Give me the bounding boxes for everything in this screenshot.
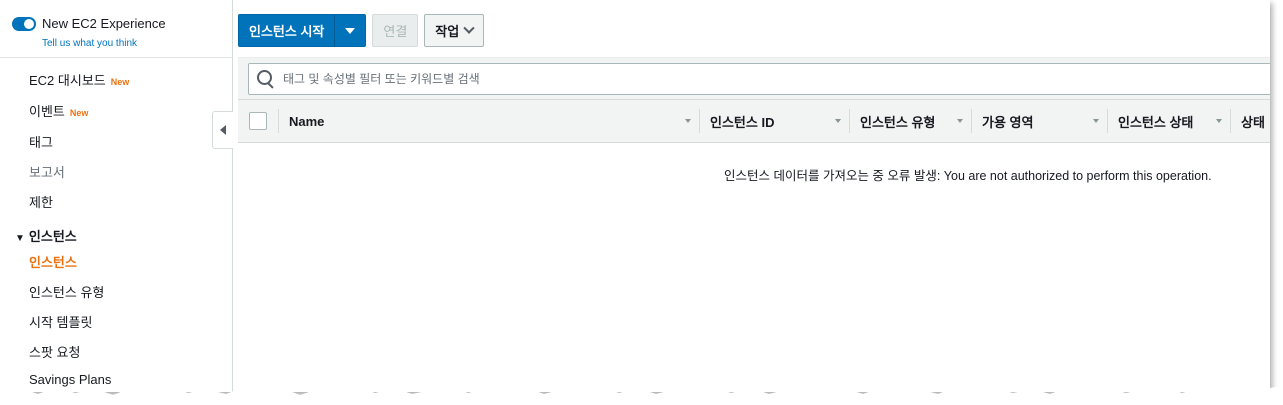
experience-toggle-row: New EC2 Experience xyxy=(12,16,166,31)
caret-down-icon xyxy=(345,27,356,34)
sidebar-item-ec2-dashboard[interactable]: EC2 대시보드 New xyxy=(29,70,129,89)
new-badge: New xyxy=(110,77,130,87)
column-header-name[interactable]: Name xyxy=(289,100,324,142)
app-frame: New EC2 Experience Tell us what you thin… xyxy=(0,0,1270,392)
search-input[interactable] xyxy=(281,71,1185,87)
sidebar-collapse-button[interactable] xyxy=(212,111,233,149)
sidebar-item-tags[interactable]: 태그 xyxy=(29,132,53,151)
sidebar-item-limits[interactable]: 제한 xyxy=(29,192,53,211)
select-all-checkbox[interactable] xyxy=(249,112,267,130)
actions-button[interactable]: 작업 xyxy=(424,14,485,47)
table-header: Name 인스턴스 ID 인스턴스 유형 가용 영역 인스턴스 상태 상태 xyxy=(238,99,1270,143)
sidebar: New EC2 Experience Tell us what you thin… xyxy=(0,0,233,392)
sort-caret-icon xyxy=(957,119,963,123)
sidebar-section-title: 인스턴스 xyxy=(28,229,77,244)
sort-caret-icon xyxy=(685,119,691,123)
column-separator xyxy=(971,109,972,133)
search-icon xyxy=(257,70,275,89)
sidebar-item-launch-templates[interactable]: 시작 템플릿 xyxy=(29,312,92,331)
column-separator xyxy=(1107,109,1108,133)
sidebar-section-instances[interactable]: ▼ 인스턴스 xyxy=(15,226,77,245)
error-message: 인스턴스 데이터를 가져오는 중 오류 발생: You are not auth… xyxy=(724,169,1212,183)
launch-instance-split-button: 인스턴스 시작 xyxy=(238,14,367,47)
experience-toggle[interactable] xyxy=(12,16,36,31)
chevron-down-icon xyxy=(463,22,475,34)
sidebar-divider xyxy=(0,57,232,58)
toggle-knob xyxy=(24,18,34,29)
column-header-status[interactable]: 상태 xyxy=(1241,100,1265,142)
sidebar-item-instance-types[interactable]: 인스턴스 유형 xyxy=(29,282,104,301)
search-icon-handle xyxy=(267,82,274,89)
launch-instance-dropdown[interactable] xyxy=(335,15,365,46)
column-separator xyxy=(699,109,700,133)
experience-toggle-label: New EC2 Experience xyxy=(42,16,166,31)
launch-instance-button[interactable]: 인스턴스 시작 xyxy=(239,15,334,46)
column-header-availability-zone[interactable]: 가용 영역 xyxy=(982,100,1033,142)
feedback-link[interactable]: Tell us what you think xyxy=(42,38,137,49)
search-box xyxy=(248,63,1270,95)
new-badge: New xyxy=(69,108,89,118)
sidebar-item-spot-requests[interactable]: 스팟 요청 xyxy=(29,342,80,361)
search-bar-area xyxy=(238,57,1270,99)
column-separator xyxy=(278,109,279,133)
sidebar-item-instances[interactable]: 인스턴스 xyxy=(29,252,77,271)
sort-caret-icon xyxy=(1093,119,1099,123)
actions-button-label: 작업 xyxy=(435,24,460,39)
column-header-instance-state[interactable]: 인스턴스 상태 xyxy=(1118,100,1193,142)
sidebar-item-events[interactable]: 이벤트 New xyxy=(29,101,88,120)
column-header-instance-id[interactable]: 인스턴스 ID xyxy=(710,100,774,142)
sidebar-item-label: 이벤트 xyxy=(29,104,65,119)
sort-caret-icon xyxy=(835,119,841,123)
column-separator xyxy=(1230,109,1231,133)
column-header-instance-type[interactable]: 인스턴스 유형 xyxy=(860,100,935,142)
sidebar-item-label: EC2 대시보드 xyxy=(29,73,106,88)
torn-edge-decoration xyxy=(0,386,1283,405)
column-separator xyxy=(849,109,850,133)
sort-caret-icon xyxy=(1216,119,1222,123)
connect-button[interactable]: 연결 xyxy=(372,14,419,47)
sidebar-item-reports[interactable]: 보고서 xyxy=(29,162,65,181)
triangle-down-icon: ▼ xyxy=(15,233,25,244)
chevron-left-icon xyxy=(220,125,226,135)
toolbar: 인스턴스 시작 연결 작업 xyxy=(238,14,485,47)
